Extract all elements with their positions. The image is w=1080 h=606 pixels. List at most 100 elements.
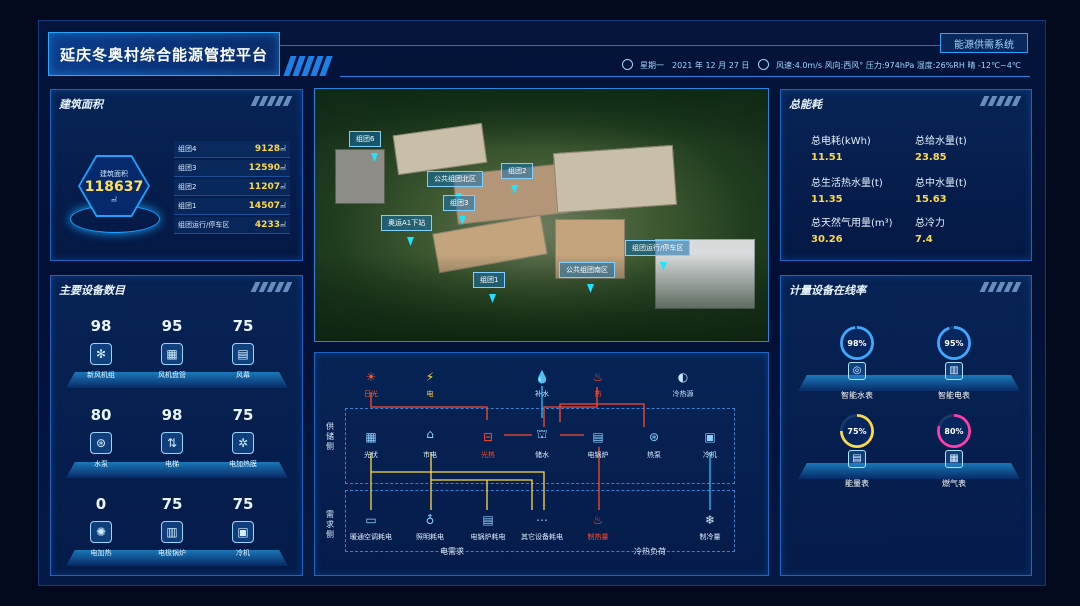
- title-decoration: [979, 282, 1022, 292]
- meter-label: 智能水表: [841, 391, 873, 400]
- sun-icon: ☀: [365, 370, 377, 384]
- map-label[interactable]: 组团3: [443, 195, 476, 211]
- total-area-label: 建筑面积: [100, 169, 128, 178]
- water-drop-icon: 💧: [534, 370, 550, 384]
- total-area-unit: ㎡: [110, 196, 117, 204]
- total-label: 总电耗(kWh): [811, 136, 871, 147]
- app-title: 延庆冬奥村综合能源管控平台: [59, 45, 268, 64]
- total-label: 总给水量(t): [915, 136, 967, 147]
- source-label: 冷热源: [672, 390, 694, 398]
- header-date: 星期一 2021 年 12 月 27 日: [640, 61, 750, 70]
- total-energy-panel: 总能耗 总电耗(kWh) 总给水量(t) 11.51 23.85 总生活热水量(…: [780, 89, 1032, 261]
- heat-film-icon: ✲: [232, 432, 254, 454]
- coil-icon: ▦: [161, 343, 183, 365]
- forest-top: [315, 89, 768, 149]
- meter-ring: 95%: [937, 326, 971, 360]
- chiller-icon: ▣: [704, 430, 716, 444]
- flame-icon: ♨: [592, 370, 604, 384]
- meter-ring: 98%: [840, 326, 874, 360]
- village-3d-map[interactable]: 组团6 公共组团北区 组团2 组团3 奥运A1下站 组团运行/停车区 公共组团南…: [314, 88, 769, 342]
- electric-meter-icon: ▥: [945, 362, 963, 380]
- power-icon: ⚡: [425, 370, 435, 384]
- supply-node-label: 光热: [481, 451, 495, 459]
- map-label[interactable]: 公共组团南区: [559, 262, 615, 278]
- meter-ring: 75%: [840, 414, 874, 448]
- map-label[interactable]: 组团1: [473, 272, 506, 288]
- demand-node-label: 制冷量: [699, 533, 721, 541]
- header-underline: [340, 76, 1030, 77]
- device-item: 98 ✻ 新风机组: [87, 317, 115, 379]
- total-value: 7.4: [915, 234, 933, 245]
- map-label[interactable]: 组团运行/停车区: [625, 240, 691, 256]
- power-tower-icon: ⌂: [426, 427, 434, 441]
- source-label: 补水: [535, 390, 549, 398]
- boiler-icon: ▤: [592, 430, 604, 444]
- more-icon: ⋯: [536, 513, 548, 527]
- title-decoration: [250, 96, 293, 106]
- calendar-icon: [622, 59, 633, 70]
- area-row: 组团3 12590㎡: [174, 160, 290, 177]
- map-label[interactable]: 公共组团北区: [427, 171, 483, 187]
- thermal-load-label: 冷热负荷: [634, 547, 666, 556]
- total-value: 30.26: [811, 234, 843, 245]
- area-row: 组团运行/停车区 4233㎡: [174, 217, 290, 234]
- device-item: 98 ⇅ 电梯: [161, 406, 183, 468]
- pump-icon: ⊛: [90, 432, 112, 454]
- water-meter-icon: ◎: [848, 362, 866, 380]
- total-label: 总冷力: [915, 218, 945, 229]
- title-decoration: [250, 282, 293, 292]
- source-label: 日光: [364, 390, 378, 398]
- supply-node-label: 冷机: [703, 451, 717, 459]
- solar-panel-icon: ▦: [365, 430, 377, 444]
- heat-pump-icon: ⊛: [648, 430, 660, 444]
- app-title-box: 延庆冬奥村综合能源管控平台: [48, 32, 280, 76]
- device-item: 75 ▤ 风幕: [232, 317, 254, 379]
- meter-online-title: 计量设备在线率: [789, 284, 866, 297]
- meter-platform: [798, 463, 1020, 479]
- map-label[interactable]: 组团6: [349, 131, 382, 147]
- map-label[interactable]: 奥运A1下站: [381, 215, 433, 231]
- water-tank-icon: ⛫: [536, 427, 548, 441]
- total-area-value: 118637: [84, 178, 144, 195]
- weather-icon: [758, 59, 769, 70]
- header-divider: [280, 45, 940, 46]
- total-value: 11.35: [811, 194, 843, 205]
- boiler-power-icon: ▤: [482, 513, 494, 527]
- device-item: 75 ▥ 电极锅炉: [158, 495, 186, 557]
- electric-demand-label: 电需求: [440, 547, 464, 556]
- parking-lot: [335, 149, 385, 204]
- total-value: 15.63: [915, 194, 947, 205]
- forest-bottom: [315, 254, 768, 341]
- meter-label: 智能电表: [938, 391, 970, 400]
- curtain-icon: ▤: [232, 343, 254, 365]
- supply-node-label: 光伏: [364, 451, 378, 459]
- snowflake-icon: ❄: [704, 513, 716, 527]
- meter-online-panel: 计量设备在线率: [780, 275, 1032, 576]
- area-row: 组团2 11207㎡: [174, 179, 290, 196]
- total-label: 总生活热水量(t): [811, 178, 883, 189]
- demand-node-label: 其它设备耗电: [521, 533, 563, 541]
- device-item: 95 ▦ 风机盘管: [158, 317, 186, 379]
- chiller-icon: ▣: [232, 521, 254, 543]
- gas-meter-icon: ▦: [945, 450, 963, 468]
- ac-icon: ▭: [365, 513, 377, 527]
- heating-icon: ♨: [592, 513, 604, 527]
- total-energy-title: 总能耗: [789, 98, 822, 111]
- supply-node-label: 储水: [535, 451, 549, 459]
- total-label: 总中水量(t): [915, 178, 967, 189]
- elevator-icon: ⇅: [161, 432, 183, 454]
- source-label: 热: [594, 390, 602, 398]
- boiler-icon: ▥: [161, 521, 183, 543]
- area-row: 组团4 9128㎡: [174, 141, 290, 158]
- fan-icon: ✻: [90, 343, 112, 365]
- demand-node-label: 暖通空调耗电: [350, 533, 392, 541]
- device-item: 75 ▣ 冷机: [232, 495, 254, 557]
- total-label: 总天然气用量(m³): [811, 218, 893, 229]
- heater-icon: ✺: [90, 521, 112, 543]
- area-row: 组团1 14507㎡: [174, 198, 290, 215]
- energy-meter-icon: ▤: [848, 450, 866, 468]
- map-label[interactable]: 组团2: [501, 163, 534, 179]
- energy-system-button[interactable]: 能源供需系统: [940, 33, 1028, 53]
- building-block: [553, 144, 677, 214]
- meter-label: 能量表: [845, 479, 869, 488]
